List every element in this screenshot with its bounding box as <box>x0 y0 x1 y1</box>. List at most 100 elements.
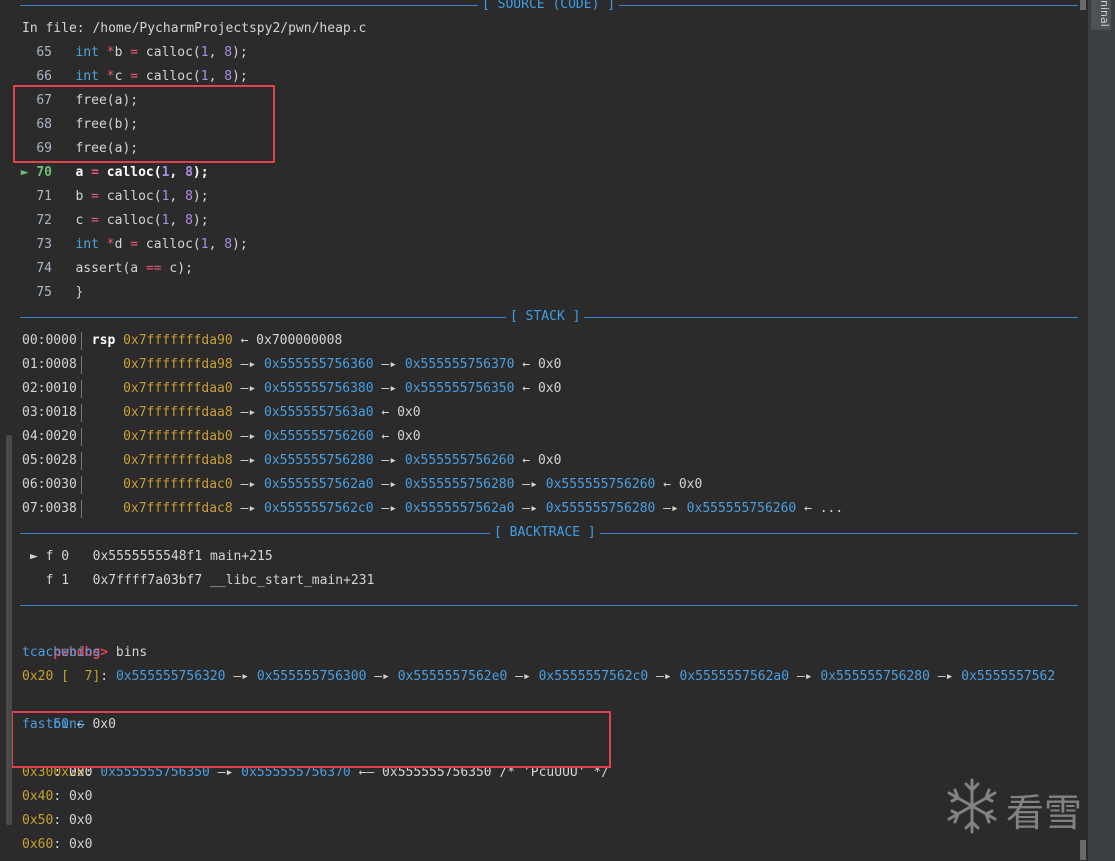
stack-address: 0x7fffffffda98 <box>123 357 233 372</box>
command-line[interactable]: pwndbg> bins <box>22 617 147 660</box>
line-number: 75 <box>36 285 52 300</box>
chain-value: 0x0 <box>397 429 421 444</box>
highlight-fastbins <box>11 711 611 768</box>
chain-arrow: ← <box>796 501 820 516</box>
line-number: 73 <box>36 237 52 252</box>
chain-arrow: —▸ <box>373 453 405 468</box>
chain-arrow: —▸ <box>373 381 405 396</box>
scrollbar-bottom[interactable] <box>1080 840 1086 860</box>
backtrace-frame: ► f 0 0x5555555548f1 main+215 <box>30 545 273 569</box>
chain-value: ... <box>819 501 844 516</box>
scrollbar-top[interactable] <box>1080 0 1086 10</box>
chain-arrow: ← <box>373 429 398 444</box>
fastbin-size: 0x50 <box>22 813 54 828</box>
tcachebins-entry: 0x20 [ 7]: 0x555555756320 —▸ 0x555555756… <box>22 669 1056 684</box>
stack-address: 0x7fffffffdab0 <box>123 429 233 444</box>
chain-value: 0x555555756280 <box>264 453 374 468</box>
left-scrollbar[interactable] <box>6 435 12 825</box>
stack-address: 0x7fffffffdac0 <box>123 477 233 492</box>
backtrace-header: [ BACKTRACE ] <box>490 526 600 540</box>
source-line: 73 int *d = calloc(1, 8); <box>12 233 247 257</box>
source-line: ► 70 a = calloc(1, 8); <box>12 161 209 185</box>
chain-arrow: —▸ <box>655 501 687 516</box>
tcache-addr: 0x5555557562e0 <box>397 669 508 684</box>
chain-arrow: —▸ <box>232 501 264 516</box>
fastbin-row: 0x50: 0x0 <box>22 809 92 833</box>
chain-arrow: —▸ <box>373 357 405 372</box>
stack-address: 0x7fffffffda90 <box>123 333 233 348</box>
chain-value: 0x555555756280 <box>545 501 656 516</box>
right-tool-strip: ninal <box>1087 0 1115 861</box>
chain-arrow: —▸ <box>373 477 405 492</box>
stack-divider <box>80 403 82 422</box>
stack-row: 02:0010 0x7fffffffdaa0 —▸ 0x555555756380… <box>22 377 561 401</box>
chain-arrow: ← <box>373 405 398 420</box>
fastbin-row: 0x40: 0x0 <box>22 785 92 809</box>
chain-value: 0x555555756360 <box>264 357 374 372</box>
watermark: 看雪 <box>944 776 1094 836</box>
code-text: a = calloc(1, 8); <box>75 165 209 180</box>
chain-arrow: —▸ <box>929 669 962 684</box>
code-text: c = calloc(1, 8); <box>75 213 209 228</box>
stack-register <box>92 453 123 468</box>
stack-offset: 01:0008 <box>22 357 77 372</box>
stack-register <box>92 357 123 372</box>
stack-offset: 05:0028 <box>22 453 77 468</box>
terminal-tab[interactable]: ninal <box>1091 0 1111 30</box>
fastbin-size: 0x60 <box>22 837 54 852</box>
chain-arrow: —▸ <box>232 477 264 492</box>
tcache-addr: 0x5555557562a0 <box>679 669 790 684</box>
chain-arrow: —▸ <box>648 669 680 684</box>
chain-value: 0x0 <box>537 357 562 372</box>
chain-arrow: —▸ <box>232 453 264 468</box>
chain-arrow: —▸ <box>232 429 264 444</box>
source-line: 71 b = calloc(1, 8); <box>12 185 209 209</box>
chain-value: 0x555555756260 <box>264 429 374 444</box>
chain-value: 0x555555756260 <box>545 477 656 492</box>
stack-offset: 07:0038 <box>22 501 77 516</box>
tcache-addr: 0x5555557562c0 <box>538 669 649 684</box>
chain-value: 0x5555557562c0 <box>264 501 374 516</box>
chain-arrow: —▸ <box>232 357 264 372</box>
stack-address: 0x7fffffffdac8 <box>123 501 233 516</box>
watermark-text: 看雪 <box>1006 791 1083 835</box>
code-text: int *c = calloc(1, 8); <box>75 69 248 84</box>
stack-address: 0x7fffffffdaa8 <box>123 405 233 420</box>
tcachebins-entry-wrap: 60 ← 0x0 <box>22 689 116 732</box>
stack-offset: 04:0020 <box>22 429 77 444</box>
stack-address: 0x7fffffffdaa0 <box>123 381 233 396</box>
stack-offset: 00:0000 <box>22 333 77 348</box>
stack-row: 00:0000 rsp 0x7fffffffda90 ← 0x700000008 <box>22 329 342 353</box>
stack-divider <box>80 451 82 470</box>
terminal[interactable]: [ SOURCE (CODE) ] In file: /home/Pycharm… <box>0 0 1088 861</box>
chain-arrow: —▸ <box>514 501 546 516</box>
line-number: ► 70 <box>20 165 52 180</box>
stack-divider <box>80 355 82 374</box>
frame-marker <box>30 573 46 588</box>
stack-offset: 02:0010 <box>22 381 77 396</box>
fastbin-value: : 0x0 <box>53 813 93 828</box>
frame-index: f 1 <box>45 573 93 588</box>
frame-symbol: __libc_start_main+231 <box>210 573 375 588</box>
chain-arrow: ← <box>514 453 538 468</box>
code-text: int *b = calloc(1, 8); <box>75 45 248 60</box>
chain-value: 0x555555756280 <box>404 477 515 492</box>
chain-value: 0x0 <box>537 453 562 468</box>
stack-register <box>92 405 123 420</box>
stack-offset: 06:0030 <box>22 477 77 492</box>
stack-register <box>92 381 123 396</box>
stack-register <box>92 477 123 492</box>
chain-value: 0x5555557562a0 <box>404 501 515 516</box>
chain-value: 0x555555756370 <box>404 357 515 372</box>
chain-arrow: ← <box>514 381 538 396</box>
chain-arrow: —▸ <box>507 669 539 684</box>
chain-value: 0x555555756380 <box>264 381 374 396</box>
chain-arrow: —▸ <box>232 405 264 420</box>
fastbin-value: : 0x0 <box>53 837 93 852</box>
code-text: b = calloc(1, 8); <box>75 189 209 204</box>
fastbin-size: 0x40 <box>22 789 54 804</box>
frame-address: 0x7ffff7a03bf7 <box>92 573 211 588</box>
chain-arrow: ← <box>655 477 679 492</box>
chain-value: 0x0 <box>397 405 421 420</box>
stack-header: [ STACK ] <box>506 310 585 324</box>
